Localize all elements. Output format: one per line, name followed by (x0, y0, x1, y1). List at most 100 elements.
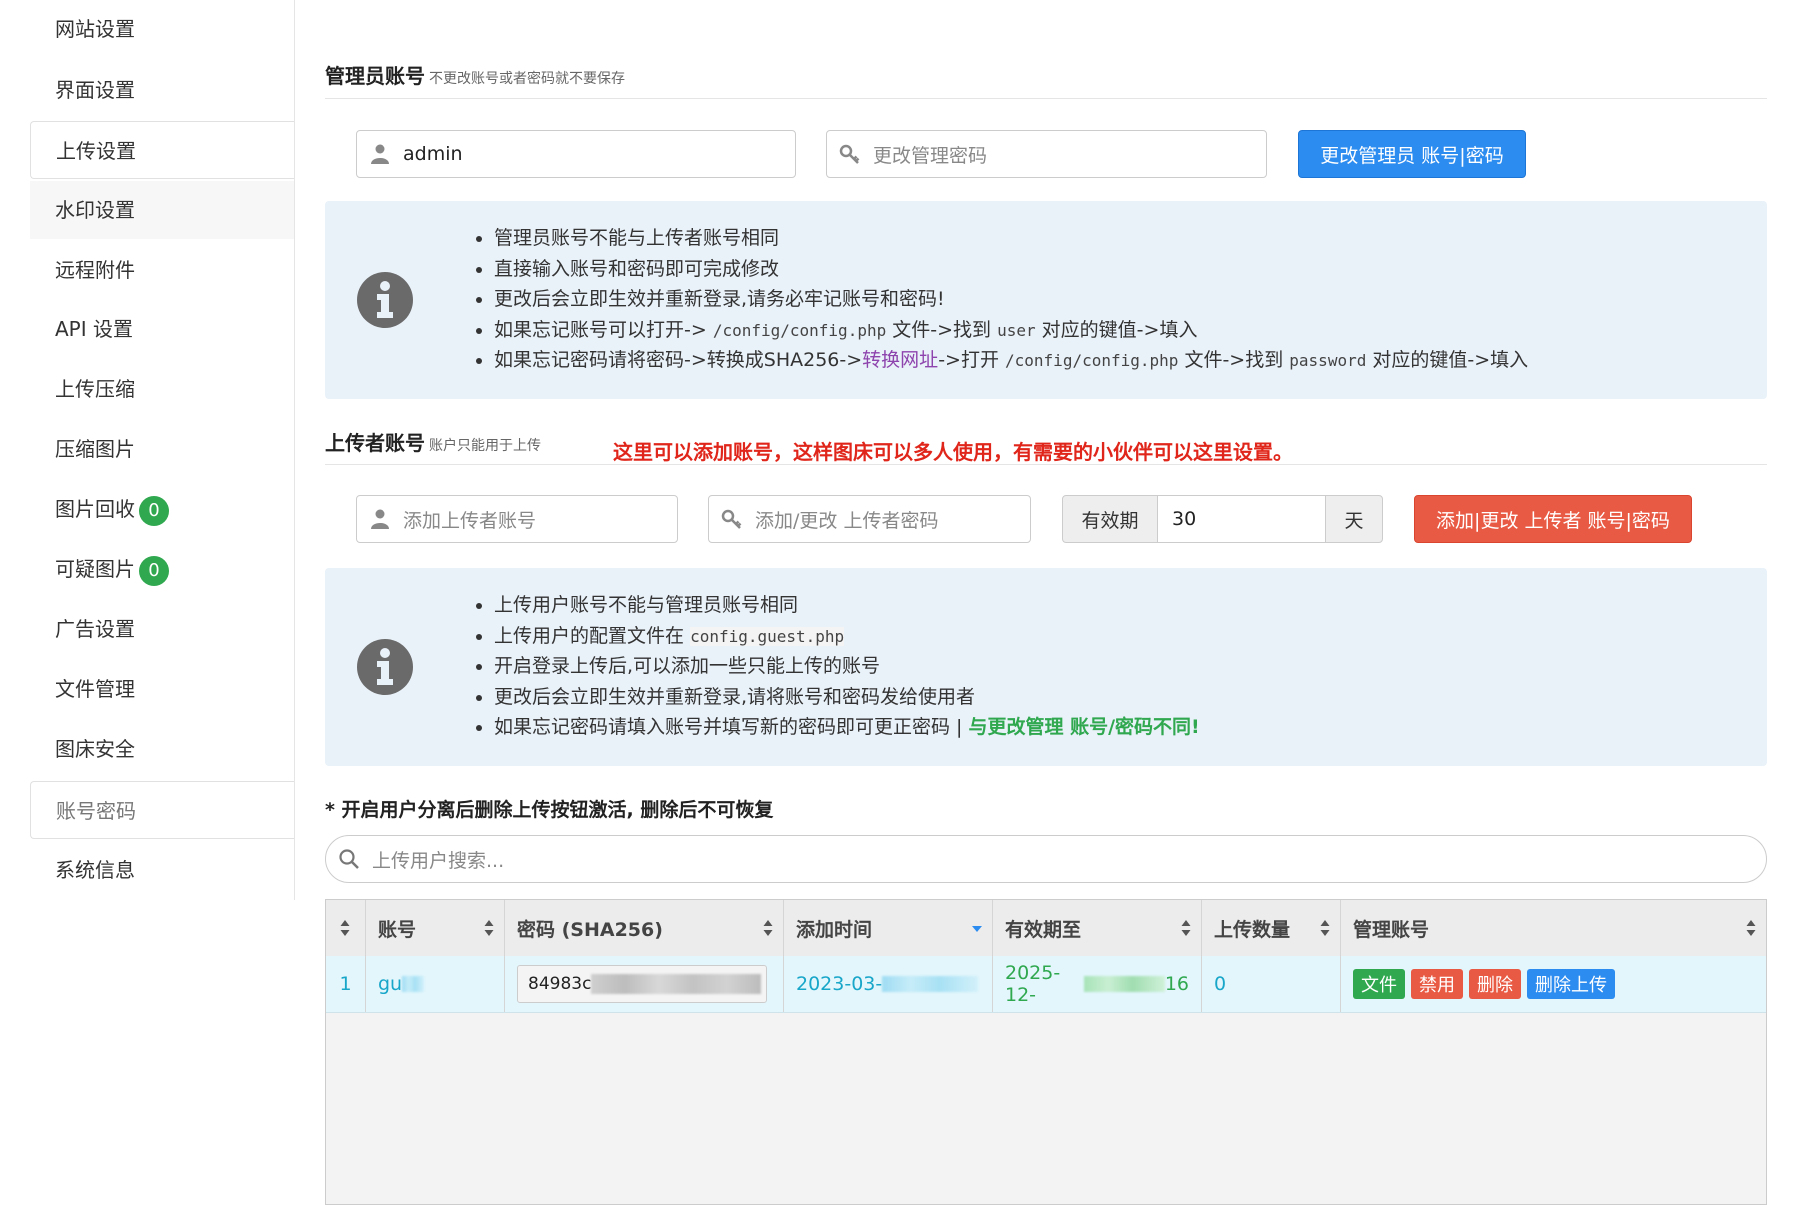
convert-url-link[interactable]: 转换网址 (862, 349, 938, 371)
row-uploads: 0 (1202, 956, 1341, 1012)
section-heading: 管理员账号 (325, 64, 425, 88)
tip-text: 对应的键值->填入 (1372, 349, 1529, 371)
col-uploads-header[interactable]: 上传数量 (1202, 900, 1341, 956)
sort-icon[interactable] (340, 919, 350, 937)
admin-username-value: admin (403, 143, 463, 165)
admin-section-title: 管理员账号 不更改账号或者密码就不要保存 (325, 60, 625, 89)
table-header: 账号 密码 (SHA256) 添加时间 有效期至 上传数量 管理账号 (326, 900, 1766, 957)
uploader-search-input[interactable]: 上传用户搜索... (325, 835, 1767, 883)
divider (325, 98, 1767, 99)
user-icon (357, 144, 403, 164)
sort-icon[interactable] (763, 919, 773, 937)
sort-icon[interactable] (1746, 919, 1756, 937)
tip-item: 直接输入账号和密码即可完成修改 (494, 254, 1528, 285)
delete-button[interactable]: 删除 (1469, 969, 1521, 999)
disable-button[interactable]: 禁用 (1411, 969, 1463, 999)
tip-item: 如果忘记密码请填入账号并填写新的密码即可更正密码 | 与更改管理 账号/密码不同… (494, 712, 1200, 743)
admin-info-box: 管理员账号不能与上传者账号相同 直接输入账号和密码即可完成修改 更改后会立即生效… (325, 201, 1767, 399)
delete-uploads-button[interactable]: 删除上传 (1527, 969, 1615, 999)
redacted-blur (402, 976, 425, 992)
sidebar-item-suspicious[interactable]: 可疑图片 0 (30, 540, 294, 598)
tip-item: 更改后会立即生效并重新登录,请将账号和密码发给使用者 (494, 682, 1200, 713)
tip-text: 对应的键值->填入 (1041, 318, 1198, 341)
sidebar-item-label: 压缩图片 (55, 437, 135, 461)
files-button[interactable]: 文件 (1353, 969, 1405, 999)
header-label: 账号 (378, 918, 417, 941)
sidebar-item-label: 系统信息 (55, 858, 135, 882)
validity-label: 有效期 (1062, 495, 1158, 543)
sidebar-item-upload[interactable]: 上传设置 (30, 121, 294, 179)
col-account-header[interactable]: 账号 (366, 900, 505, 956)
sidebar-item-ads[interactable]: 广告设置 (30, 600, 294, 658)
tip-item: 如果忘记账号可以打开-> /config/config.php 文件->找到 u… (494, 315, 1528, 346)
col-password-header[interactable]: 密码 (SHA256) (505, 900, 784, 956)
sidebar-item-files[interactable]: 文件管理 (30, 660, 294, 718)
hash-field[interactable]: 84983c (517, 965, 767, 1003)
uploader-password-field[interactable]: 添加/更改 上传者密码 (708, 495, 1031, 543)
sidebar-item-compress-images[interactable]: 压缩图片 (30, 420, 294, 478)
sidebar-item-account[interactable]: 账号密码 (30, 781, 294, 839)
sidebar-item-site[interactable]: 网站设置 (30, 0, 294, 58)
tip-text: 上传用户账号不能与管理员账号相同 (494, 594, 799, 616)
sidebar-item-sysinfo[interactable]: 系统信息 (30, 841, 294, 899)
uploader-tips-list: 上传用户账号不能与管理员账号相同 上传用户的配置文件在 config.guest… (470, 590, 1200, 743)
tip-text: 开启登录上传后,可以添加一些只能上传的账号 (494, 655, 881, 677)
sidebar-item-watermark[interactable]: 水印设置 (30, 181, 294, 239)
sidebar-item-security[interactable]: 图床安全 (30, 720, 294, 778)
info-icon (357, 639, 413, 695)
tip-text: 文件->找到 (892, 318, 992, 341)
sidebar-item-label: 水印设置 (55, 198, 135, 222)
sidebar-item-api[interactable]: API 设置 (30, 300, 294, 358)
uploader-section-title: 上传者账号 账户只能用于上传 (325, 427, 541, 456)
expires-text: 2025-12- (1005, 962, 1061, 1006)
change-admin-button[interactable]: 更改管理员 账号|密码 (1298, 130, 1526, 178)
sidebar-item-label: 上传压缩 (55, 377, 135, 401)
sort-desc-icon[interactable] (972, 919, 982, 937)
tip-item: 如果忘记密码请将密码->转换成SHA256->转换网址->打开 /config/… (494, 345, 1528, 376)
add-uploader-button[interactable]: 添加|更改 上传者 账号|密码 (1414, 495, 1692, 543)
sidebar-item-label: 网站设置 (55, 17, 135, 41)
sidebar-item-ui[interactable]: 界面设置 (30, 61, 294, 119)
tip-text: 如果忘记密码请填入账号并填写新的密码即可更正密码 | (494, 716, 963, 738)
row-expires: 2025-12- 16 (993, 956, 1202, 1012)
uploader-note: 这里可以添加账号，这样图床可以多人使用，有需要的小伙伴可以这里设置。 (613, 440, 1293, 464)
sidebar-item-label: 上传设置 (56, 139, 136, 163)
uploader-table: 账号 密码 (SHA256) 添加时间 有效期至 上传数量 管理账号 1 gu … (325, 899, 1767, 1205)
expires-text: 16 (1164, 973, 1189, 995)
header-label: 有效期至 (1005, 918, 1082, 941)
tip-text: 管理员账号不能与上传者账号相同 (494, 227, 780, 249)
uploader-username-field[interactable]: 添加上传者账号 (356, 495, 678, 543)
col-added-header[interactable]: 添加时间 (784, 900, 993, 956)
row-hash: 84983c (505, 956, 784, 1012)
sort-icon[interactable] (1320, 919, 1330, 937)
col-expires-header[interactable]: 有效期至 (993, 900, 1202, 956)
admin-username-field[interactable]: admin (356, 130, 796, 178)
row-added: 2023-03- (784, 956, 993, 1012)
validity-days-input[interactable]: 30 (1157, 495, 1326, 543)
search-icon (326, 849, 372, 869)
key-icon (709, 509, 755, 529)
sidebar-item-upload-compress[interactable]: 上传压缩 (30, 360, 294, 418)
sidebar-item-label: 图床安全 (55, 737, 135, 761)
added-text: 2023-03- (796, 973, 883, 995)
hash-text: 84983c (528, 974, 592, 994)
tip-text: 直接输入账号和密码即可完成修改 (494, 257, 780, 280)
tip-text: ->打开 (938, 349, 999, 371)
sidebar-item-label: 界面设置 (55, 78, 135, 102)
section-hint: 账户只能用于上传 (429, 438, 541, 454)
table-row[interactable]: 1 gu 84983c 2023-03- 2025-12- 16 0 文件 禁用 … (326, 956, 1766, 1013)
col-manage-header[interactable]: 管理账号 (1341, 900, 1766, 956)
count-badge: 0 (139, 495, 169, 526)
sort-icon[interactable] (484, 919, 494, 937)
tip-highlight: 与更改管理 账号/密码不同! (968, 716, 1200, 738)
admin-password-field[interactable]: 更改管理密码 (826, 130, 1267, 178)
sidebar-item-label: 广告设置 (55, 617, 135, 641)
sidebar-item-remote[interactable]: 远程附件 (30, 241, 294, 299)
sidebar-item-recycle[interactable]: 图片回收 0 (30, 480, 294, 538)
col-index-header[interactable] (326, 900, 366, 956)
sort-icon[interactable] (1181, 919, 1191, 937)
tip-text: 如果忘记账号可以打开-> (494, 318, 707, 341)
sidebar-item-label: 文件管理 (55, 677, 135, 701)
sidebar-item-label: 账号密码 (56, 799, 136, 823)
tip-item: 上传用户账号不能与管理员账号相同 (494, 590, 1200, 621)
